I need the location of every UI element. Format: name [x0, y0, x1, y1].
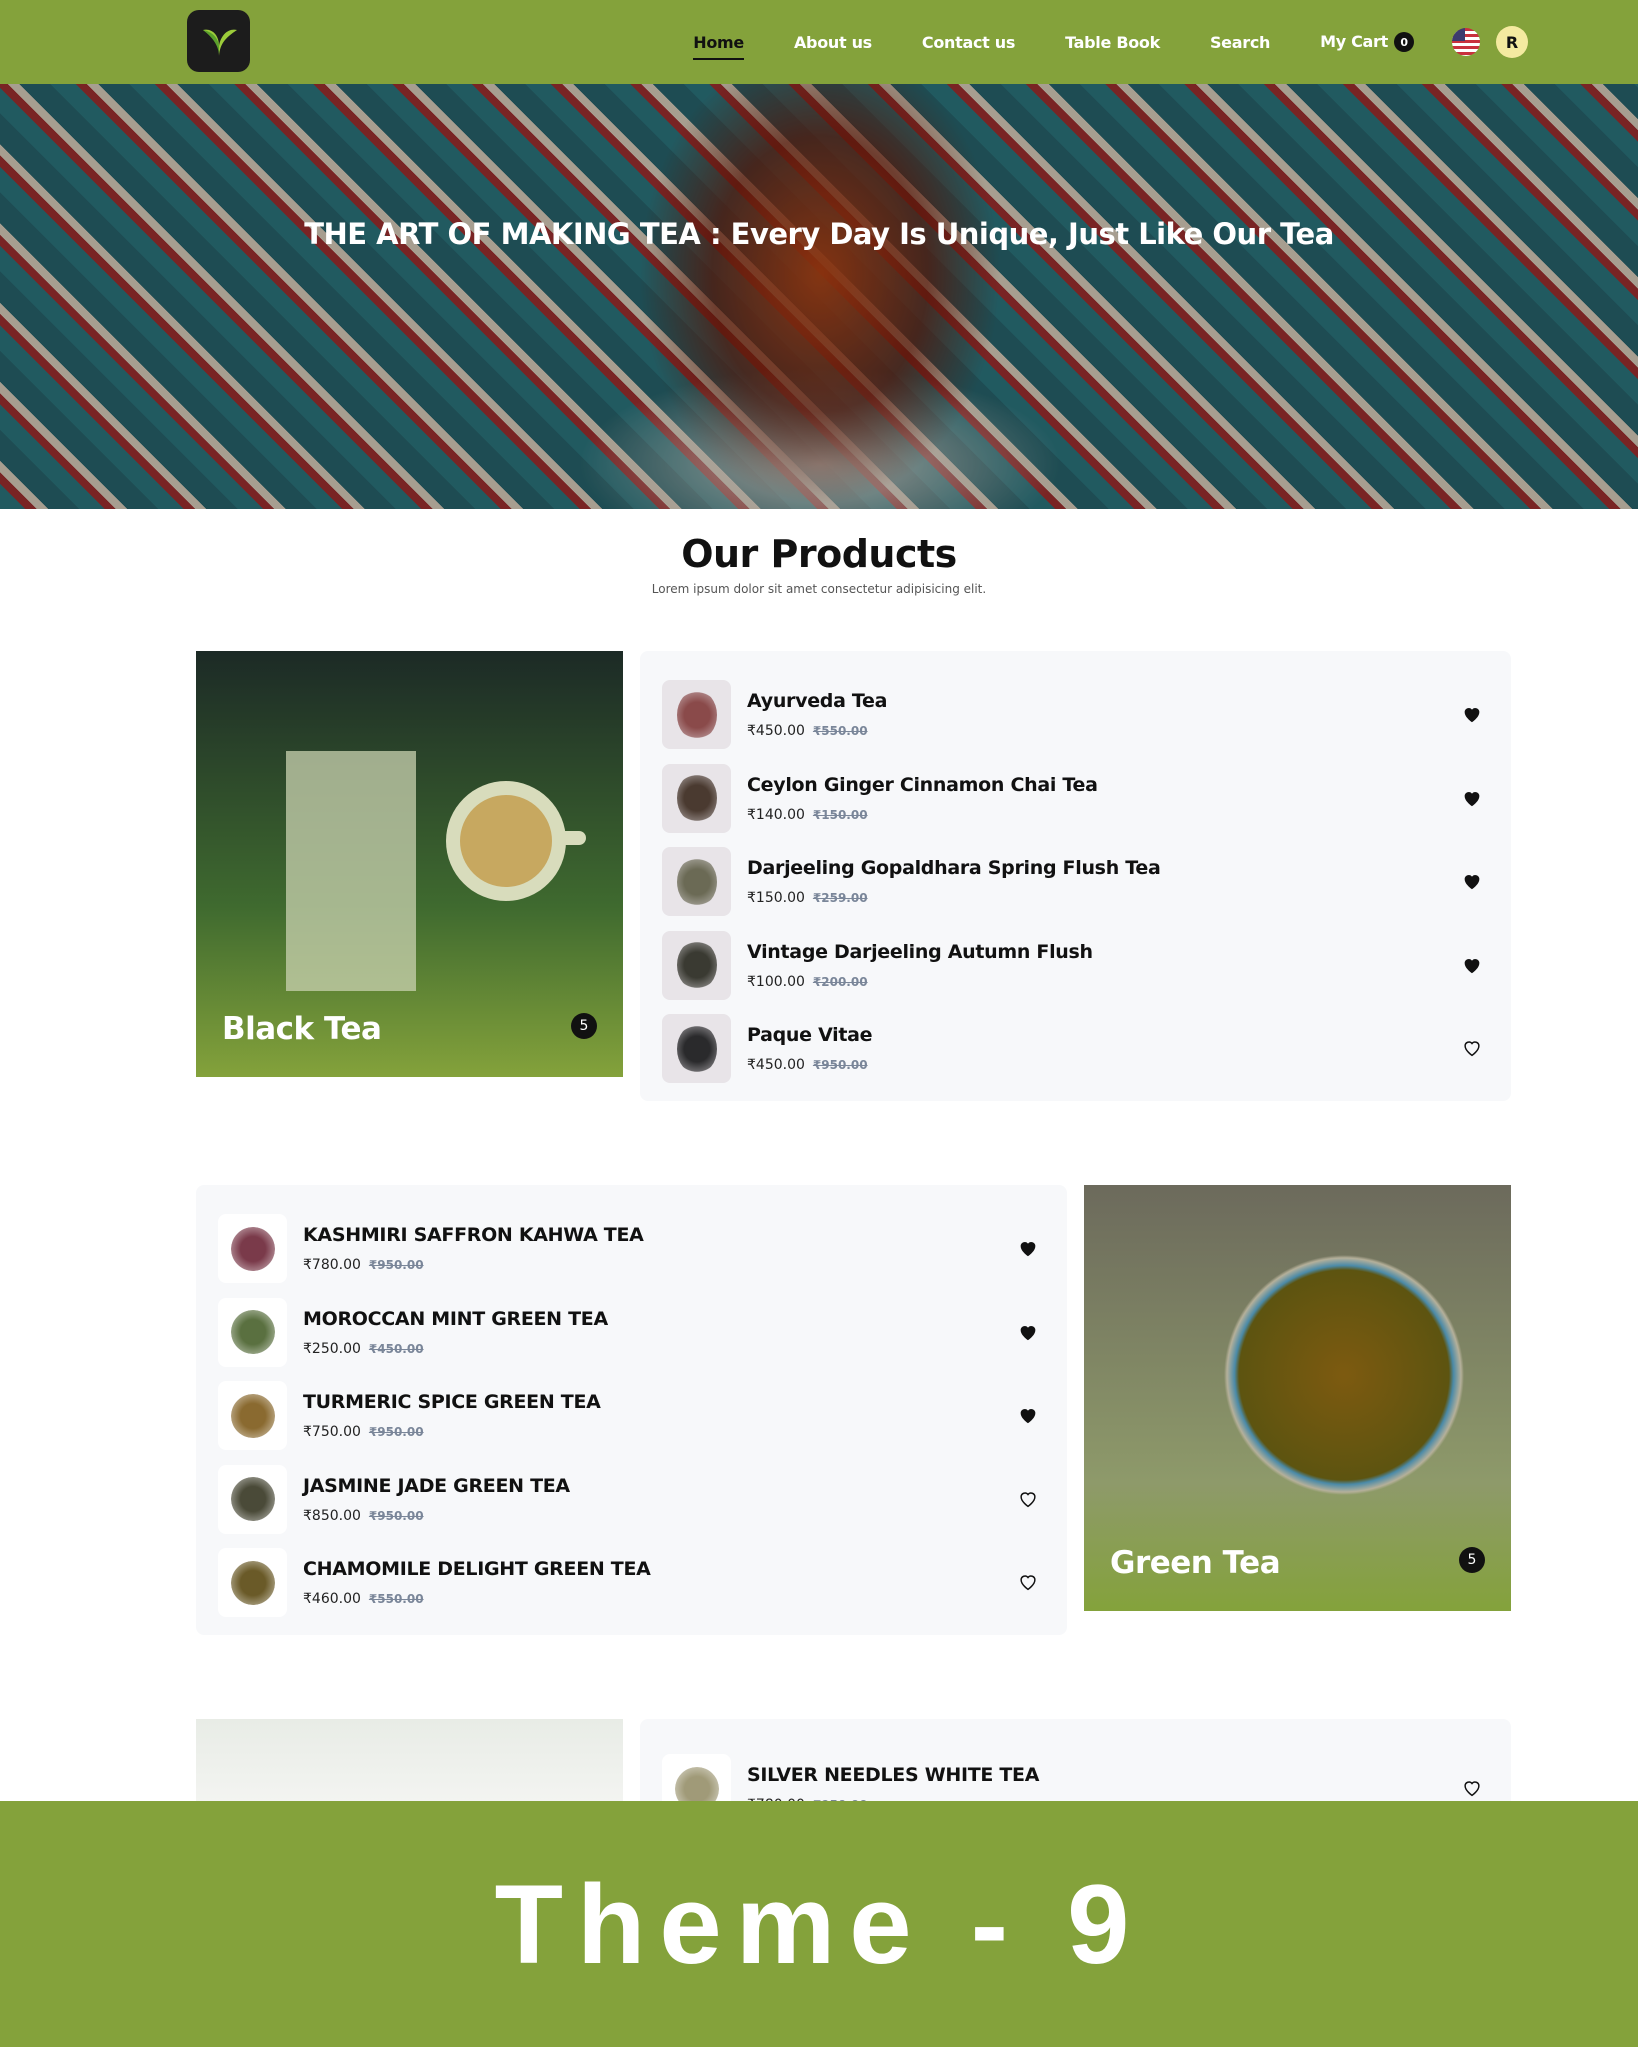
theme-banner: Theme - 9 — [0, 1801, 1638, 2047]
theme-label: Theme - 9 — [494, 1861, 1144, 1987]
product-name[interactable]: Ceylon Ginger Cinnamon Chai Tea — [747, 774, 1098, 796]
heart-filled-icon[interactable] — [1461, 870, 1483, 892]
product-old-price: ₹950.00 — [368, 1258, 424, 1273]
product-old-price: ₹450.00 — [368, 1341, 424, 1356]
product-thumbnail[interactable] — [662, 680, 731, 750]
nav-cart[interactable]: My Cart 0 — [1320, 32, 1414, 53]
header: Home About us Contact us Table Book Sear… — [0, 0, 1638, 84]
product-name[interactable]: Darjeeling Gopaldhara Spring Flush Tea — [747, 857, 1161, 879]
category-card-white-tea[interactable] — [196, 1719, 623, 1801]
product-row[interactable]: KASHMIRI SAFFRON KAHWA TEA ₹780.00 ₹950.00 — [218, 1207, 1045, 1291]
product-thumbnail[interactable] — [218, 1548, 287, 1618]
main-nav: Home About us Contact us Table Book Sear… — [693, 0, 1638, 84]
product-name[interactable]: MOROCCAN MINT GREEN TEA — [303, 1308, 608, 1330]
product-name[interactable]: Vintage Darjeeling Autumn Flush — [747, 941, 1093, 963]
product-name[interactable]: SILVER NEEDLES WHITE TEA — [747, 1764, 1039, 1786]
heart-outline-icon[interactable] — [1017, 1488, 1039, 1510]
product-price: ₹140.00 — [747, 806, 805, 823]
product-row[interactable]: Ceylon Ginger Cinnamon Chai Tea ₹140.00 ₹1… — [662, 757, 1489, 841]
category-card-black-tea[interactable]: Black Tea 5 — [196, 651, 623, 1077]
product-thumbnail[interactable] — [662, 763, 731, 833]
heart-filled-icon[interactable] — [1461, 703, 1483, 725]
heart-filled-icon[interactable] — [1017, 1237, 1039, 1259]
product-price: ₹850.00 — [303, 1507, 361, 1524]
product-thumbnail[interactable] — [218, 1214, 287, 1284]
nav-cart-label: My Cart — [1320, 31, 1388, 51]
avatar[interactable]: R — [1496, 26, 1528, 58]
category-count-badge: 5 — [1459, 1547, 1485, 1573]
product-row[interactable]: CHAMOMILE DELIGHT GREEN TEA ₹460.00 ₹550.0… — [218, 1541, 1045, 1625]
nav-contact[interactable]: Contact us — [922, 33, 1016, 52]
product-row[interactable]: JASMINE JADE GREEN TEA ₹850.00 ₹950.00 — [218, 1458, 1045, 1542]
product-thumbnail[interactable] — [662, 930, 731, 1000]
product-old-price: ₹259.00 — [812, 891, 868, 906]
leaf-logo-icon — [202, 29, 237, 56]
product-name[interactable]: JASMINE JADE GREEN TEA — [303, 1475, 570, 1497]
product-price: ₹150.00 — [747, 890, 805, 907]
product-old-price: ₹150.00 — [812, 807, 868, 822]
heart-filled-icon[interactable] — [1461, 787, 1483, 809]
heart-outline-icon[interactable] — [1461, 1777, 1483, 1799]
nav-home[interactable]: Home — [693, 33, 744, 60]
product-name[interactable]: CHAMOMILE DELIGHT GREEN TEA — [303, 1558, 651, 1580]
product-price: ₹250.00 — [303, 1340, 361, 1357]
product-thumbnail[interactable] — [218, 1297, 287, 1367]
product-thumbnail[interactable] — [662, 847, 731, 917]
product-row[interactable]: Darjeeling Gopaldhara Spring Flush Tea ₹1… — [662, 840, 1489, 924]
category-count-badge: 5 — [571, 1013, 597, 1039]
product-price: ₹460.00 — [303, 1591, 361, 1608]
product-price: ₹100.00 — [747, 973, 805, 990]
nav-table-book[interactable]: Table Book — [1065, 33, 1160, 52]
product-price: ₹780.00 — [303, 1257, 361, 1274]
product-old-price: ₹950.00 — [368, 1425, 424, 1440]
cart-count-badge: 0 — [1394, 32, 1414, 53]
heart-outline-icon[interactable] — [1017, 1571, 1039, 1593]
product-name[interactable]: KASHMIRI SAFFRON KAHWA TEA — [303, 1224, 644, 1246]
tea-book-image — [286, 751, 586, 991]
product-name[interactable]: Ayurveda Tea — [747, 690, 887, 712]
product-list-green-tea: KASHMIRI SAFFRON KAHWA TEA ₹780.00 ₹950.00… — [196, 1185, 1067, 1635]
product-row[interactable]: MOROCCAN MINT GREEN TEA ₹250.00 ₹450.00 — [218, 1291, 1045, 1375]
product-old-price: ₹550.00 — [368, 1592, 424, 1607]
product-thumbnail[interactable] — [218, 1381, 287, 1451]
product-row[interactable]: TURMERIC SPICE GREEN TEA ₹750.00 ₹950.00 — [218, 1374, 1045, 1458]
product-name[interactable]: Paque Vitae — [747, 1024, 873, 1046]
product-list-black-tea: Ayurveda Tea ₹450.00 ₹550.00 Ceylon Ginger … — [640, 651, 1511, 1101]
us-flag-icon[interactable] — [1452, 28, 1480, 56]
product-thumbnail[interactable] — [218, 1464, 287, 1534]
heart-filled-icon[interactable] — [1461, 954, 1483, 976]
nav-search[interactable]: Search — [1210, 33, 1270, 52]
product-row[interactable]: Vintage Darjeeling Autumn Flush ₹100.00 ₹2… — [662, 924, 1489, 1008]
heart-outline-icon[interactable] — [1461, 1037, 1483, 1059]
product-old-price: ₹950.00 — [368, 1508, 424, 1523]
section-subtitle: Lorem ipsum dolor sit amet consectetur a… — [651, 582, 987, 596]
heart-filled-icon[interactable] — [1017, 1321, 1039, 1343]
category-label: Black Tea — [222, 1011, 382, 1047]
product-old-price: ₹200.00 — [812, 974, 868, 989]
hero-title: THE ART OF MAKING TEA : Every Day Is Uni… — [304, 217, 1334, 251]
logo[interactable] — [187, 10, 250, 72]
product-price: ₹450.00 — [747, 723, 805, 740]
category-card-green-tea[interactable]: Green Tea 5 — [1084, 1185, 1511, 1611]
product-row[interactable]: Paque Vitae ₹450.00 ₹950.00 — [662, 1007, 1489, 1091]
section-title: Our Products — [681, 532, 957, 576]
product-row[interactable]: Ayurveda Tea ₹450.00 ₹550.00 — [662, 673, 1489, 757]
category-label: Green Tea — [1110, 1545, 1281, 1581]
product-old-price: ₹550.00 — [812, 724, 868, 739]
product-thumbnail[interactable] — [662, 1014, 731, 1084]
product-name[interactable]: TURMERIC SPICE GREEN TEA — [303, 1391, 601, 1413]
product-price: ₹750.00 — [303, 1424, 361, 1441]
product-old-price: ₹950.00 — [812, 1058, 868, 1073]
product-price: ₹450.00 — [747, 1057, 805, 1074]
hero-banner: THE ART OF MAKING TEA : Every Day Is Uni… — [0, 84, 1638, 509]
heart-filled-icon[interactable] — [1017, 1404, 1039, 1426]
nav-about[interactable]: About us — [794, 33, 872, 52]
